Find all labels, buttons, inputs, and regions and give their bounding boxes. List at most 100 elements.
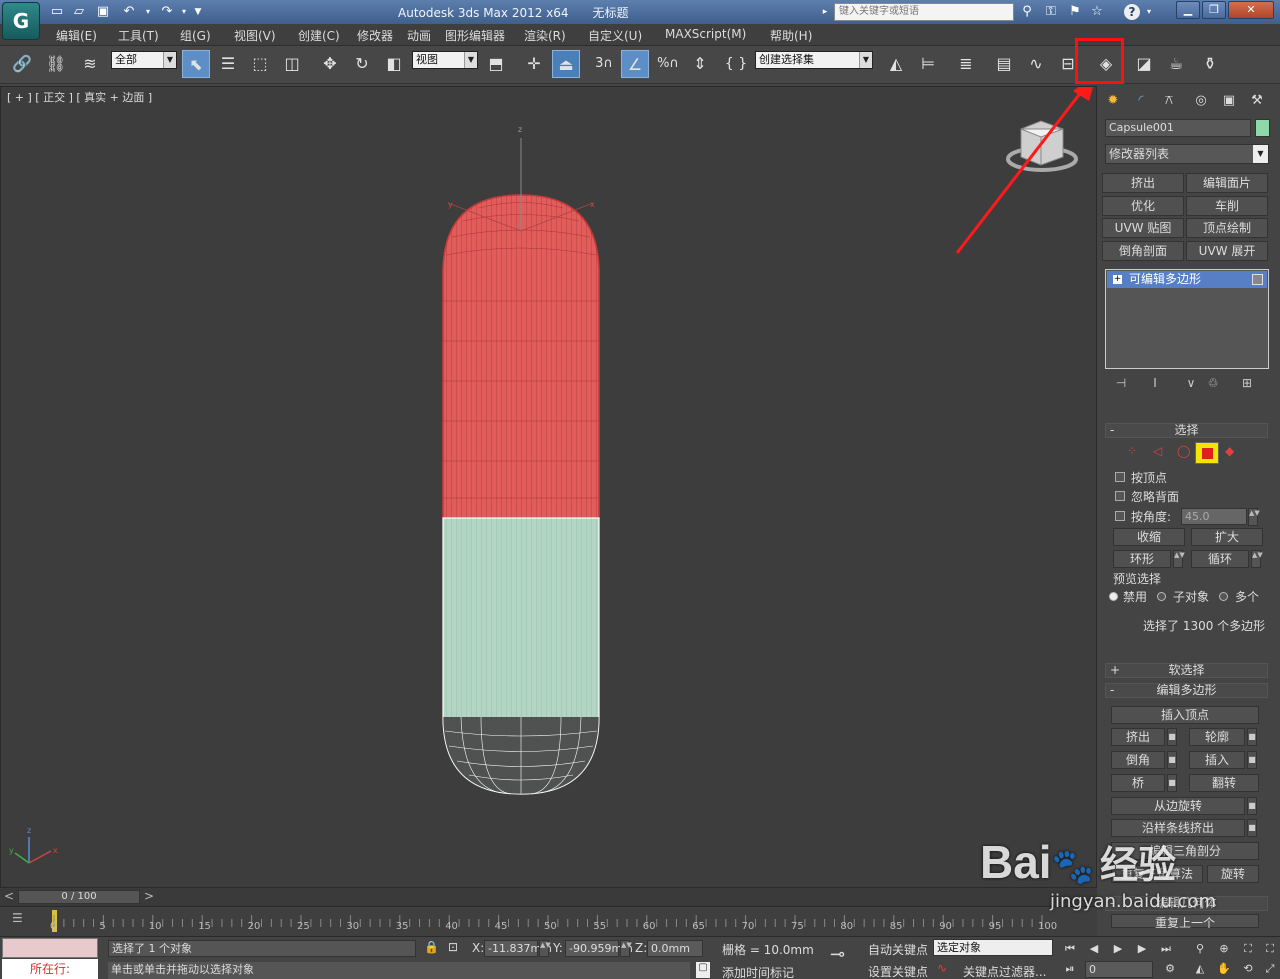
new-icon[interactable]: ▭: [48, 3, 66, 21]
zoom-icon[interactable]: ⚲: [1190, 940, 1210, 958]
select-object-icon[interactable]: ⬉: [182, 50, 210, 78]
select-and-rotate-icon[interactable]: ↻: [348, 50, 376, 78]
set-key-button[interactable]: 设置关键点: [868, 963, 928, 979]
shrink-button[interactable]: 收缩: [1113, 528, 1185, 546]
outline-settings-icon[interactable]: ■: [1247, 728, 1257, 746]
percent-snap-icon[interactable]: %∩: [654, 50, 682, 78]
prev-frame-icon[interactable]: <: [4, 889, 14, 903]
modifier-button-extrude[interactable]: 挤出: [1102, 173, 1184, 193]
inset-button[interactable]: 插入: [1189, 751, 1245, 769]
outline-button[interactable]: 轮廓: [1189, 728, 1245, 746]
display-tab-icon[interactable]: ▣: [1217, 90, 1241, 112]
set-key-icon[interactable]: ⊸: [830, 944, 845, 965]
viewport-front[interactable]: [ + ] [ 正交 ] [ 真实 + 边面 ] z y x z y x: [0, 86, 1097, 888]
loop-button[interactable]: 循环: [1191, 550, 1249, 568]
utilities-tab-icon[interactable]: ⚒: [1245, 90, 1269, 112]
rectangular-selection-icon[interactable]: ⬚: [246, 50, 274, 78]
render-frame-window-icon[interactable]: ☕: [1162, 50, 1190, 78]
select-and-manipulate-icon[interactable]: ✛: [520, 50, 548, 78]
menu-group[interactable]: 组(G): [180, 27, 211, 44]
render-production-icon[interactable]: ⚱: [1196, 50, 1224, 78]
material-editor-icon[interactable]: ◪: [1130, 50, 1158, 78]
spinner-snap-icon[interactable]: ⇕: [686, 50, 714, 78]
modifier-button-vertex-paint[interactable]: 顶点绘制: [1186, 218, 1268, 238]
snaps-toggle-icon[interactable]: 3∩: [590, 50, 618, 78]
hinge-from-edge-button[interactable]: 从边旋转: [1111, 797, 1245, 815]
key-mode-toggle-icon[interactable]: ⏯: [1060, 960, 1080, 978]
named-selection-sets-dropdown[interactable]: 创建选择集 ▼: [755, 51, 873, 69]
time-slider-thumb[interactable]: 0 / 100: [18, 890, 140, 904]
menu-help[interactable]: 帮助(H): [770, 27, 812, 44]
repeat-last-button[interactable]: 重复上一个: [1111, 914, 1259, 930]
track-bar[interactable]: ☰ 0 5 10 15 20 25 30 35 40 45 50 55 60 65 70 75 80 85 90 95…: [0, 906, 1097, 936]
app-logo-icon[interactable]: G: [2, 2, 40, 40]
extrude-spline-settings-icon[interactable]: ■: [1247, 819, 1257, 837]
x-spinner[interactable]: ▲▼: [539, 940, 551, 957]
select-and-link-icon[interactable]: 🔗: [8, 50, 36, 78]
object-color-swatch[interactable]: [1255, 119, 1270, 137]
expand-plus-icon[interactable]: +: [1113, 275, 1122, 284]
grow-button[interactable]: 扩大: [1191, 528, 1263, 546]
menu-rendering[interactable]: 渲染(R): [524, 27, 566, 44]
insert-vertex-button[interactable]: 插入顶点: [1111, 706, 1259, 724]
motion-tab-icon[interactable]: ◎: [1189, 90, 1213, 112]
menu-graph-editors[interactable]: 图形编辑器: [445, 27, 505, 44]
unlink-icon[interactable]: ⛓: [42, 50, 70, 78]
border-mode-icon[interactable]: ◯: [1177, 444, 1190, 458]
hierarchy-tab-icon[interactable]: ⚻: [1157, 90, 1181, 112]
modifier-button-unwrap-uvw[interactable]: UVW 展开: [1186, 241, 1268, 261]
y-coordinate-field[interactable]: -90.959mm: [565, 940, 633, 957]
preview-subobject-radio[interactable]: [1157, 592, 1166, 601]
lock-selection-icon[interactable]: 🔒: [424, 940, 439, 954]
zoom-extents-icon[interactable]: ⛶: [1238, 940, 1258, 958]
reference-coordinate-dropdown[interactable]: 视图 ▼: [412, 51, 478, 69]
binoculars-icon[interactable]: ⚲: [1018, 3, 1036, 21]
minimize-button[interactable]: ▁: [1176, 1, 1200, 19]
extrude-along-spline-button[interactable]: 沿样条线挤出: [1111, 819, 1245, 837]
inset-settings-icon[interactable]: ■: [1247, 751, 1257, 769]
communication-center-icon[interactable]: ⚑: [1066, 3, 1084, 21]
play-icon[interactable]: ▶: [1108, 940, 1128, 958]
field-of-view-icon[interactable]: ◭: [1190, 960, 1210, 978]
select-and-scale-icon[interactable]: ◧: [380, 50, 408, 78]
extrude-settings-icon[interactable]: ■: [1167, 728, 1177, 746]
rollout-edit-polygons-header[interactable]: - 编辑多边形: [1105, 683, 1268, 698]
window-crossing-icon[interactable]: ◫: [278, 50, 306, 78]
ignore-backfacing-checkbox[interactable]: [1115, 491, 1125, 501]
by-vertex-checkbox[interactable]: [1115, 472, 1125, 482]
zoom-extents-all-icon[interactable]: ⛶: [1260, 940, 1280, 958]
hinge-settings-icon[interactable]: ■: [1247, 797, 1257, 815]
add-time-tag-label[interactable]: 添加时间标记: [722, 964, 794, 979]
undo-icon[interactable]: ↶: [118, 3, 140, 21]
search-arrow-icon[interactable]: ▸: [818, 3, 832, 21]
menu-customize[interactable]: 自定义(U): [588, 27, 642, 44]
next-frame-icon[interactable]: ▶: [1132, 940, 1152, 958]
modifier-button-bevel-profile[interactable]: 倒角剖面: [1102, 241, 1184, 261]
flip-button[interactable]: 翻转: [1189, 774, 1259, 792]
go-to-start-icon[interactable]: ⏮: [1060, 940, 1080, 958]
show-end-result-icon[interactable]: Ⅰ: [1145, 376, 1165, 394]
previous-frame-icon[interactable]: ◀: [1084, 940, 1104, 958]
element-mode-icon[interactable]: ◆: [1225, 444, 1234, 458]
close-button[interactable]: ✕: [1228, 1, 1274, 19]
y-spinner[interactable]: ▲▼: [620, 940, 632, 957]
favorites-star-icon[interactable]: ☆: [1088, 3, 1106, 21]
x-coordinate-field[interactable]: -11.837mm: [484, 940, 552, 957]
help-dropdown-icon[interactable]: ▾: [1144, 3, 1154, 21]
menu-maxscript[interactable]: MAXScript(M): [665, 27, 746, 41]
object-name-field[interactable]: Capsule001: [1105, 119, 1251, 137]
maximize-viewport-icon[interactable]: ⤢: [1260, 960, 1280, 978]
time-tag-icon[interactable]: ▢: [696, 962, 710, 978]
go-to-end-icon[interactable]: ⏭: [1156, 940, 1176, 958]
maxscript-line[interactable]: 所在行:: [2, 959, 98, 979]
layer-manager-icon[interactable]: ≣: [952, 50, 980, 78]
preview-multi-radio[interactable]: [1219, 592, 1228, 601]
mirror-icon[interactable]: ◭: [882, 50, 910, 78]
stack-toggle-icon[interactable]: [1252, 274, 1263, 285]
angle-value-field[interactable]: 45.0: [1181, 508, 1247, 525]
menu-views[interactable]: 视图(V): [234, 27, 276, 44]
make-unique-icon[interactable]: ∨: [1181, 376, 1201, 394]
capsule-unselected-polygons[interactable]: [442, 517, 600, 795]
edge-mode-icon[interactable]: ◁: [1153, 444, 1162, 458]
loop-spinner[interactable]: ▲▼: [1251, 550, 1263, 568]
